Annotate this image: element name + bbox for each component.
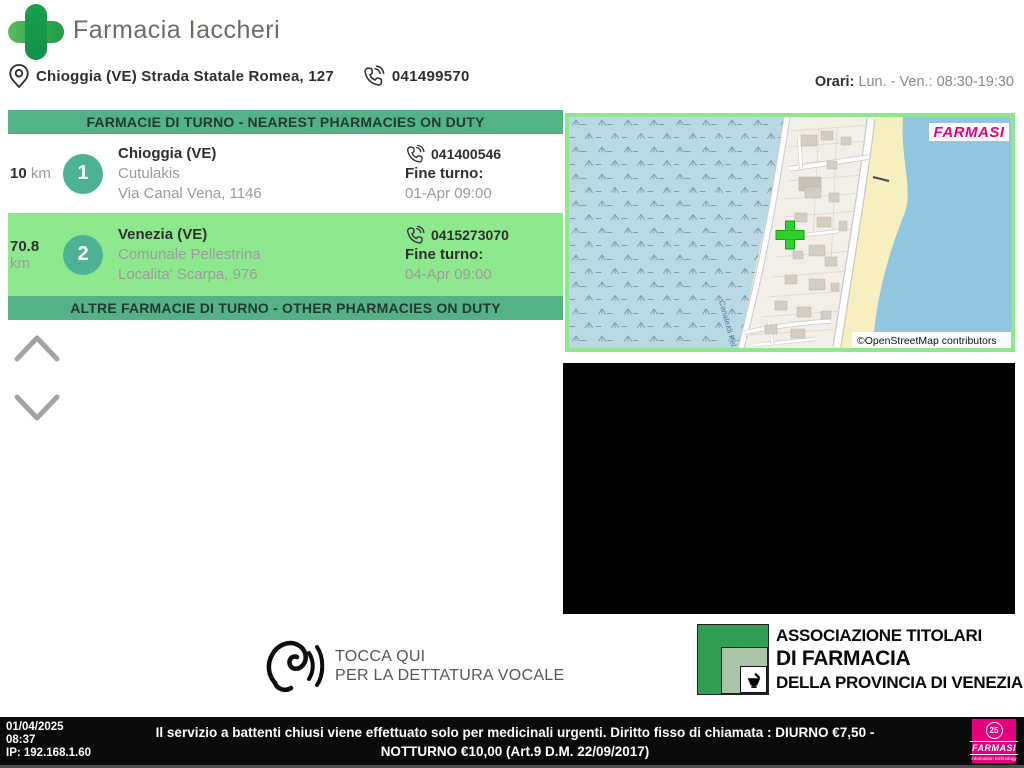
voice-dictation-button[interactable]: TOCCA QUI PER LA DETTATURA VOCALE (265, 637, 564, 695)
duty-pharmacy-row-2: 70.8 km 2 Venezia (VE) Comunale Pellestr… (8, 213, 563, 296)
page-title: Farmacia Iaccheri (73, 16, 281, 44)
pharmacy-street: Localita' Scarpa, 976 (118, 265, 258, 283)
distance-value: 70.8 km (10, 237, 40, 272)
pharmacy-city: Chioggia (VE) (118, 144, 217, 162)
duty-contact-details: 0415273070 Fine turno: 04-Apr 09:00 (405, 225, 563, 285)
pharmacy-phone: 041499570 (391, 67, 470, 85)
pharmacy-city: Venezia (VE) (118, 225, 208, 243)
current-date: 01/04/2025 (6, 721, 64, 733)
voice-dictation-label: TOCCA QUI PER LA DETTATURA VOCALE (335, 648, 565, 684)
duty-pharmacies-panel: FARMACIE DI TURNO - NEAREST PHARMACIES O… (8, 110, 563, 320)
chevron-up-icon (14, 335, 60, 362)
pharmacy-map[interactable]: Canale di Pel FARMASI ©OpenStreetMap con… (565, 113, 1015, 352)
phone-icon (362, 64, 386, 88)
pharmacy-cross-icon (8, 4, 64, 60)
status-footer: 01/04/2025 08:37 IP: 192.168.1.60 Il ser… (0, 717, 1024, 768)
pharmacy-details: Chioggia (VE) Cutulakis Via Canal Vena, … (118, 144, 405, 204)
footer-brand-area: 25 FARMASI information technology (880, 717, 1024, 765)
anniversary-badge: 25 (985, 722, 1003, 739)
duty-phone: 0415273070 (431, 226, 509, 243)
mortar-pestle-icon (747, 672, 760, 688)
association-logo-block: ASSOCIAZIONE TITOLARI DI FARMACIA DELLA … (697, 624, 1023, 695)
chevron-down-icon (14, 394, 60, 421)
rank-badge: 2 (63, 234, 103, 275)
service-notice: Il servizio a battenti chiusi viene effe… (155, 725, 875, 759)
duty-contact-details: 041400546 Fine turno: 01-Apr 09:00 (405, 144, 563, 204)
farmasi-brand-name: FARMASI (970, 741, 1018, 755)
map-brand-logo: FARMASI (934, 124, 1005, 141)
pharmacy-address: Chioggia (VE) Strada Statale Romea, 127 (36, 67, 334, 85)
pharmacy-details: Venezia (VE) Comunale Pellestrina Locali… (118, 225, 405, 285)
scroll-up-button[interactable] (14, 332, 60, 362)
phone-icon (405, 225, 426, 245)
map-attribution: ©OpenStreetMap contributors (857, 335, 997, 347)
association-logo-icon (697, 624, 769, 695)
video-player (563, 363, 1015, 614)
rank-badge: 1 (63, 153, 103, 194)
pharmacy-name: Comunale Pellestrina (118, 245, 261, 263)
end-of-duty-time: 01-Apr 09:00 (405, 184, 492, 202)
address-row: Chioggia (VE) Strada Statale Romea, 127 … (8, 61, 470, 91)
pharmacy-name: Cutulakis (118, 164, 180, 182)
opening-hours-value: Lun. - Ven.: 08:30-19:30 (854, 74, 1014, 90)
pharmacy-street: Via Canal Vena, 1146 (118, 184, 262, 202)
farmasi-logo-icon: 25 FARMASI information technology (970, 719, 1018, 763)
duty-phone: 041400546 (431, 145, 502, 162)
end-of-duty-label: Fine turno: (405, 164, 484, 182)
duty-pharmacy-row-1: 10 km 1 Chioggia (VE) Cutulakis Via Cana… (8, 134, 563, 213)
distance-value: 10 km (10, 165, 51, 182)
farmasi-brand-subtitle: information technology (971, 756, 1017, 761)
end-of-duty-label: Fine turno: (405, 245, 484, 263)
opening-hours-label: Orari: (814, 74, 855, 90)
phone-icon (405, 144, 426, 164)
scroll-down-button[interactable] (14, 394, 60, 424)
end-of-duty-time: 04-Apr 09:00 (405, 265, 492, 283)
other-pharmacies-banner: ALTRE FARMACIE DI TURNO - OTHER PHARMACI… (8, 296, 563, 320)
nearest-pharmacies-banner: FARMACIE DI TURNO - NEAREST PHARMACIES O… (8, 110, 563, 134)
current-time: 08:37 (6, 734, 36, 746)
system-status: 01/04/2025 08:37 IP: 192.168.1.60 (0, 717, 150, 765)
ip-address: IP: 192.168.1.60 (6, 747, 92, 759)
association-name: ASSOCIAZIONE TITOLARI DI FARMACIA DELLA … (776, 626, 1023, 692)
ear-listening-icon (265, 637, 327, 695)
kiosk-screen: Farmacia Iaccheri Chioggia (VE) Strada S… (0, 0, 1024, 768)
location-pin-icon (8, 62, 30, 90)
opening-hours: Orari: Lun. - Ven.: 08:30-19:30 (815, 74, 1014, 90)
